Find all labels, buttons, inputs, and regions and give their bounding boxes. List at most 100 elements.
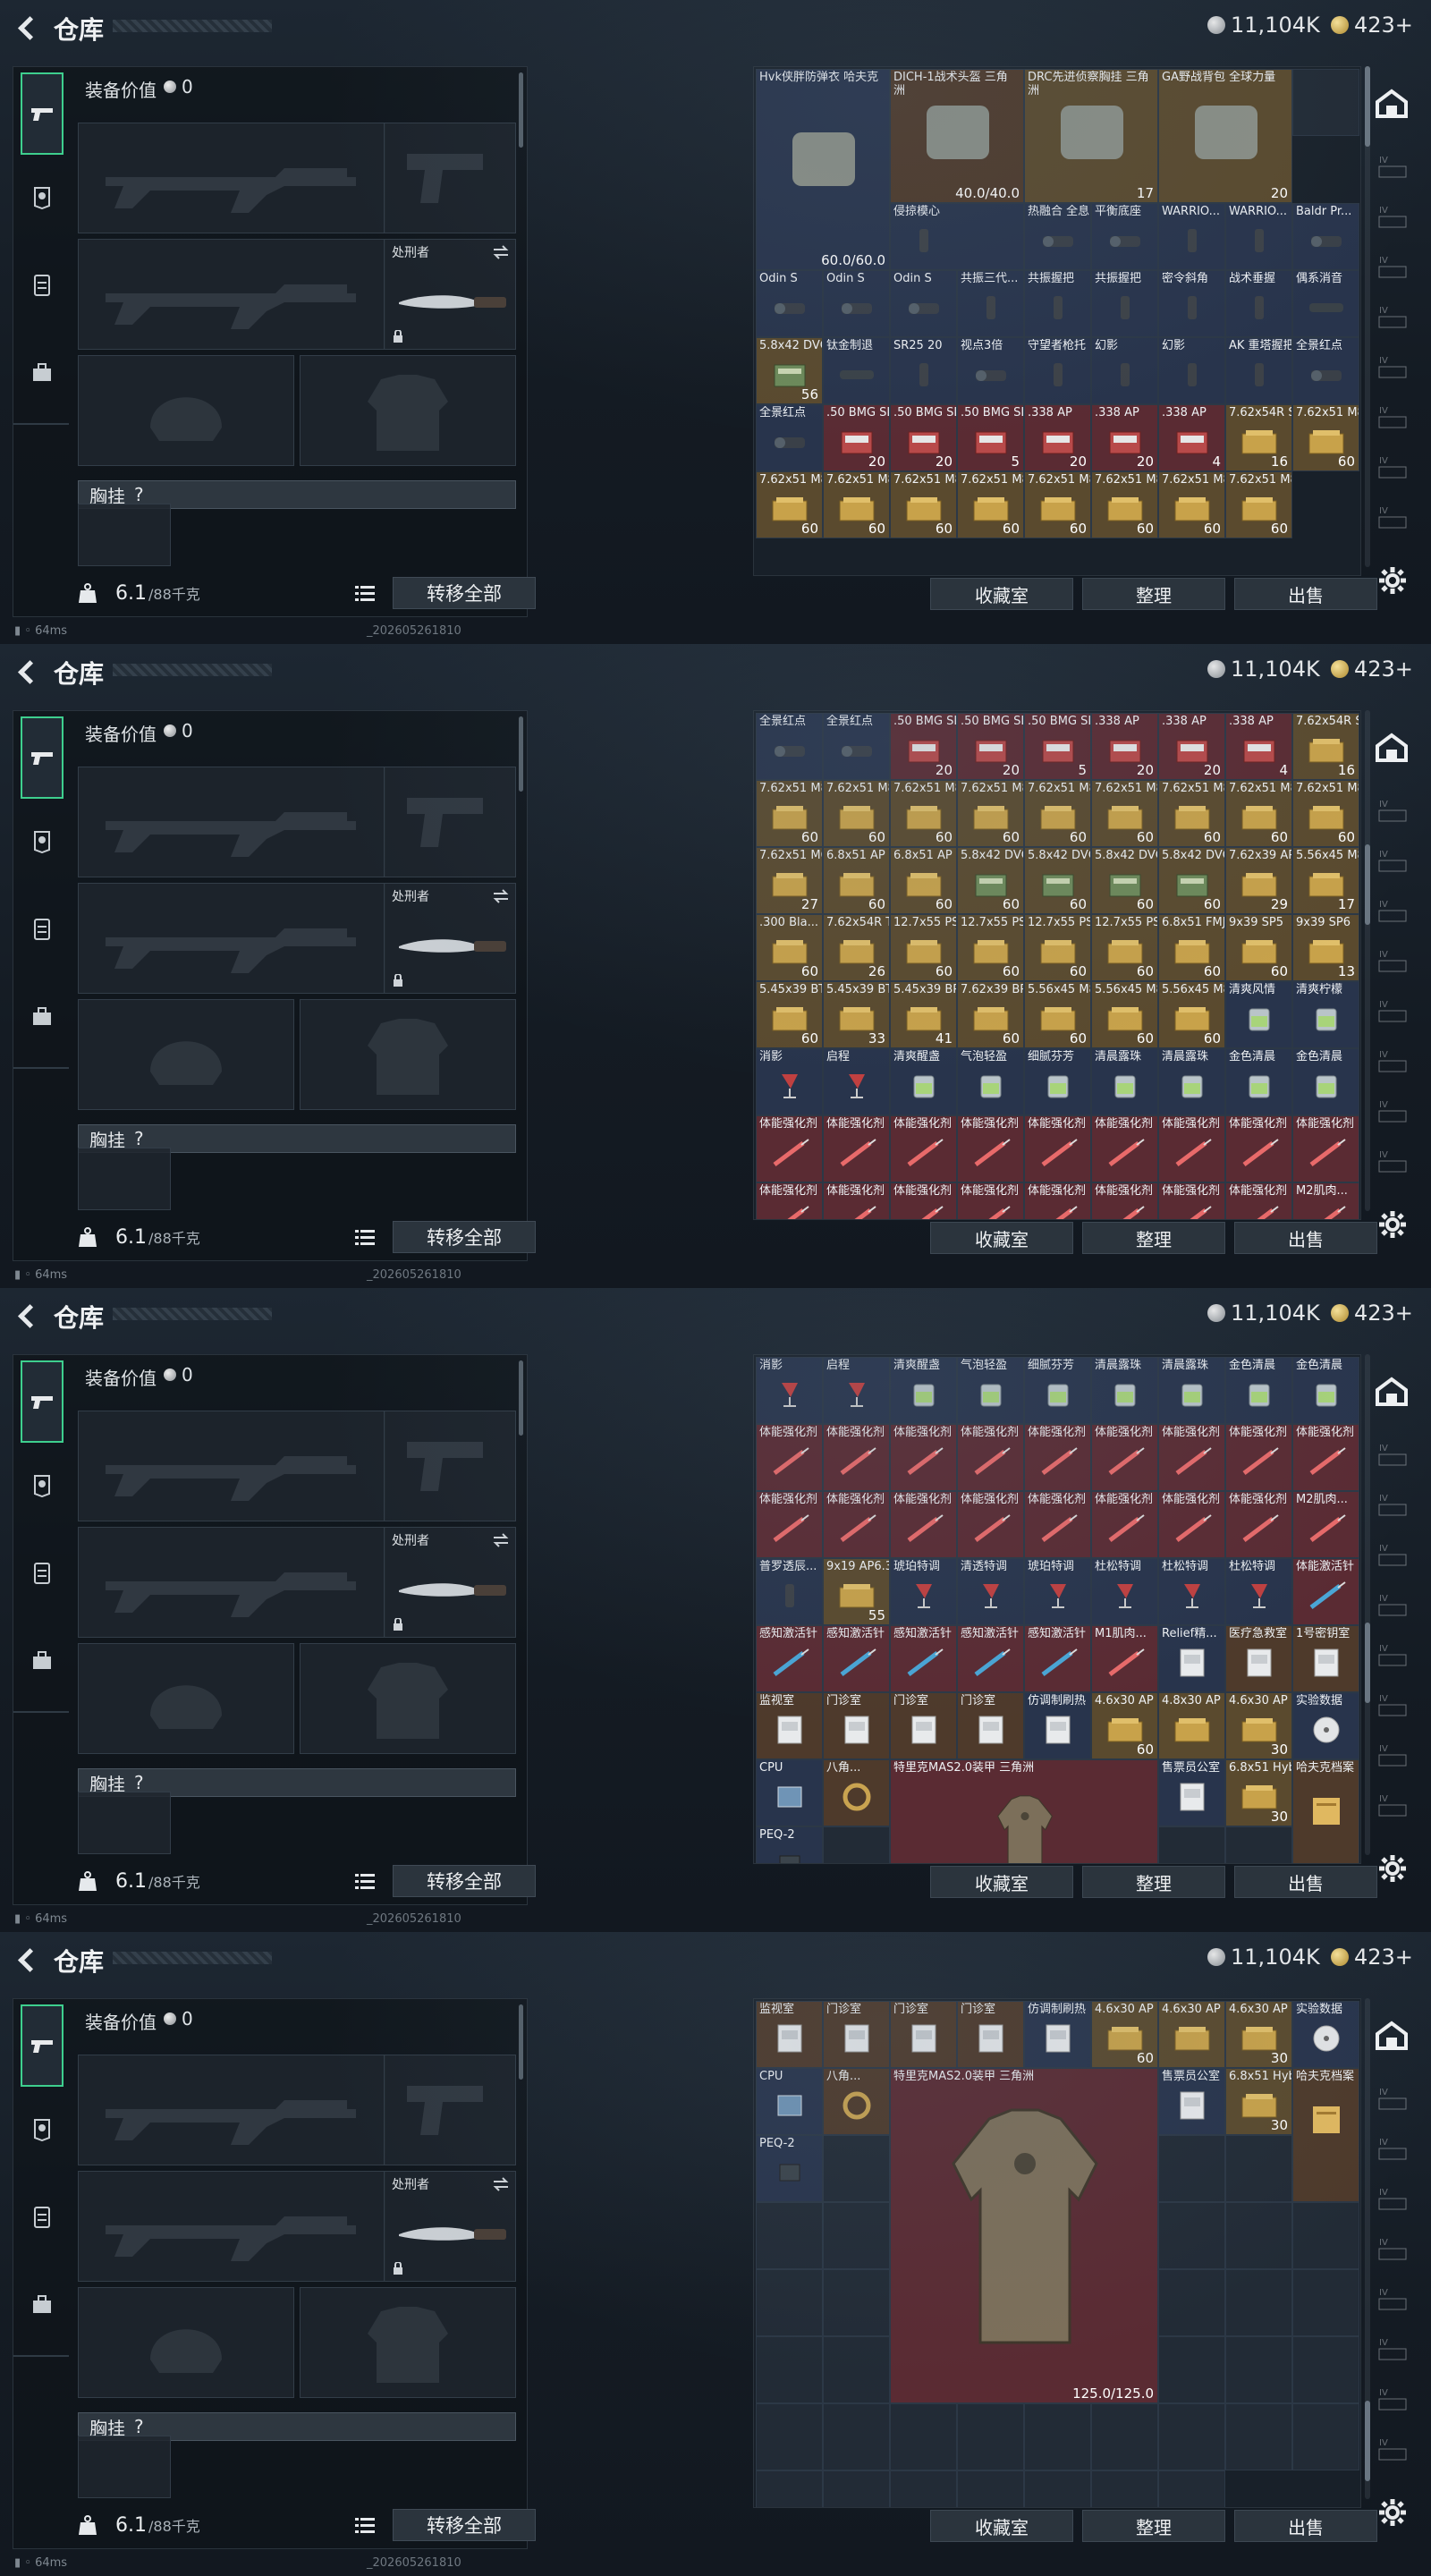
inventory-cell[interactable]: 细腻芬芳 bbox=[1024, 1357, 1091, 1424]
empty-cell[interactable] bbox=[1158, 2269, 1225, 2336]
scroll-thumb[interactable] bbox=[1365, 2401, 1370, 2481]
inventory-cell[interactable]: 幻影 bbox=[1158, 337, 1225, 404]
inventory-cell[interactable]: 6.8x51 Hybrid 30 bbox=[1225, 2068, 1292, 2135]
inventory-cell[interactable]: 消影 bbox=[756, 1048, 823, 1115]
inventory-cell[interactable]: 密令斜角 bbox=[1158, 270, 1225, 337]
storage-tab-icon[interactable]: IV bbox=[1376, 1440, 1411, 1469]
inventory-cell[interactable]: AK 重塔握把 bbox=[1225, 337, 1292, 404]
inventory-cell[interactable]: 体能强化剂 bbox=[1158, 1491, 1225, 1558]
inventory-cell[interactable]: PEQ-2 bbox=[756, 1826, 823, 1863]
inventory-cell[interactable]: 5.8x42 DVC12 60 bbox=[957, 847, 1024, 914]
inventory-cell[interactable]: 实验数据 bbox=[1292, 1692, 1359, 1759]
inventory-cell[interactable]: 体能强化剂 bbox=[1292, 1115, 1359, 1182]
inventory-cell[interactable]: .338 AP 20 bbox=[1091, 404, 1158, 471]
inventory-cell[interactable]: 体能强化剂 bbox=[890, 1424, 957, 1491]
inventory-cell[interactable]: .50 BMG SLAP 5 bbox=[1024, 713, 1091, 780]
storage-tab-icon[interactable]: IV bbox=[1376, 1690, 1411, 1719]
left-scrollbar[interactable] bbox=[519, 72, 523, 148]
inventory-cell[interactable]: 7.62x51 M62 27 bbox=[756, 847, 823, 914]
tab-rig[interactable] bbox=[21, 262, 64, 307]
inventory-cell[interactable]: 6.8x51 AP 60 bbox=[823, 847, 890, 914]
storage-tab-icon[interactable]: IV bbox=[1376, 503, 1411, 531]
inventory-cell[interactable]: 7.62x51 M80 60 bbox=[1024, 780, 1091, 847]
empty-cell[interactable] bbox=[823, 2269, 890, 2336]
inventory-cell[interactable]: 7.62x51 M80 60 bbox=[756, 780, 823, 847]
empty-cell[interactable] bbox=[1292, 2336, 1359, 2403]
inventory-cell[interactable]: 金色清晨 bbox=[1292, 1357, 1359, 1424]
tab-armor[interactable] bbox=[21, 818, 64, 863]
inventory-cell[interactable]: 金色清晨 bbox=[1225, 1357, 1292, 1424]
empty-cell[interactable] bbox=[756, 2403, 823, 2470]
empty-cell[interactable] bbox=[1024, 2403, 1091, 2470]
inventory-cell[interactable]: 体能强化剂 bbox=[1024, 1491, 1091, 1558]
inventory-cell[interactable]: 清晨露珠 bbox=[1158, 1048, 1225, 1115]
inventory-cell[interactable]: .338 AP 4 bbox=[1225, 713, 1292, 780]
inventory-cell[interactable]: Hvk侠胖防弹衣 哈夫克 60.0/60.0 bbox=[756, 69, 890, 270]
empty-cell[interactable] bbox=[1158, 2135, 1225, 2202]
list-icon[interactable] bbox=[355, 1228, 375, 1246]
melee-slot[interactable]: 处刑者 bbox=[384, 2171, 516, 2282]
inventory-cell[interactable]: 门诊室 bbox=[890, 1692, 957, 1759]
inventory-cell[interactable]: 琥珀特调 bbox=[890, 1558, 957, 1625]
inventory-cell[interactable]: GA野战背包 全球力量 20 bbox=[1158, 69, 1292, 203]
settings-gear-icon[interactable] bbox=[1377, 2497, 1408, 2528]
empty-cell[interactable] bbox=[1225, 2336, 1292, 2403]
inventory-cell[interactable]: 6.8x51 FMJ 60 bbox=[1158, 914, 1225, 981]
inventory-cell[interactable]: 体能强化剂 bbox=[890, 1115, 957, 1182]
swap-icon[interactable] bbox=[492, 245, 510, 259]
inventory-cell[interactable]: 细腻芬芳 bbox=[1024, 1048, 1091, 1115]
inventory-cell[interactable]: 7.62x51 M80 60 bbox=[957, 471, 1024, 538]
armor-slot[interactable] bbox=[300, 999, 516, 1110]
inventory-cell[interactable]: 6.8x51 Hybrid 30 bbox=[1225, 1759, 1292, 1826]
settings-gear-icon[interactable] bbox=[1377, 1853, 1408, 1884]
inventory-cell[interactable]: .50 BMG SLAP 5 bbox=[957, 404, 1024, 471]
inventory-cell[interactable]: 感知激活针 bbox=[957, 1625, 1024, 1692]
empty-cell[interactable] bbox=[1158, 1826, 1225, 1863]
inventory-cell[interactable]: 全景红点 bbox=[756, 713, 823, 780]
empty-cell[interactable] bbox=[823, 2135, 890, 2202]
storage-tab-icon[interactable]: IV bbox=[1376, 996, 1411, 1025]
helmet-slot[interactable] bbox=[78, 2287, 294, 2398]
helmet-slot[interactable] bbox=[78, 355, 294, 466]
storage-tab-icon[interactable]: IV bbox=[1376, 1147, 1411, 1175]
inventory-cell[interactable]: 售票员公室 bbox=[1158, 2068, 1225, 2135]
inventory-cell[interactable]: 感知激活针 bbox=[823, 1625, 890, 1692]
inventory-cell[interactable]: 4.6x30 AP 60 bbox=[1091, 2001, 1158, 2068]
tab-weapons[interactable] bbox=[21, 2004, 64, 2087]
inventory-cell[interactable]: 4.8x30 AP bbox=[1158, 1692, 1225, 1759]
pistol-slot[interactable] bbox=[384, 767, 516, 877]
storage-tab-icon[interactable]: IV bbox=[1376, 946, 1411, 975]
melee-slot[interactable]: 处刑者 bbox=[384, 239, 516, 350]
inventory-cell[interactable]: 杜松特调 bbox=[1091, 1558, 1158, 1625]
empty-cell[interactable] bbox=[1225, 2202, 1292, 2269]
inventory-cell[interactable]: 共振握把 bbox=[1024, 270, 1091, 337]
inventory-cell[interactable]: 感知激活针 bbox=[756, 1625, 823, 1692]
armor-slot[interactable] bbox=[300, 1643, 516, 1754]
inventory-cell[interactable]: 特里克MAS2.0装甲 三角洲 bbox=[890, 1759, 1158, 1863]
inventory-cell[interactable]: 体能强化剂 bbox=[823, 1182, 890, 1219]
inventory-cell[interactable]: 体能强化剂 bbox=[1091, 1115, 1158, 1182]
empty-cell[interactable] bbox=[823, 1826, 890, 1863]
empty-cell[interactable] bbox=[756, 2269, 823, 2336]
storage-tab-icon[interactable]: IV bbox=[1376, 302, 1411, 331]
inventory-cell[interactable]: 1号密钥室 bbox=[1292, 1625, 1359, 1692]
inventory-cell[interactable]: 体能强化剂 bbox=[1024, 1424, 1091, 1491]
inventory-cell[interactable]: 5.45x39 BP 41 bbox=[890, 981, 957, 1048]
inventory-cell[interactable]: 7.62x54R T-46M 26 bbox=[823, 914, 890, 981]
inventory-cell[interactable]: 5.56x45 M855 60 bbox=[1024, 981, 1091, 1048]
favorites-button[interactable]: 收藏室 bbox=[930, 2510, 1073, 2542]
inventory-cell[interactable]: 热融合 全息 bbox=[1024, 203, 1091, 270]
inventory-cell[interactable]: 清晨露珠 bbox=[1091, 1048, 1158, 1115]
inventory-cell[interactable]: 4.6x30 AP 30 bbox=[1225, 2001, 1292, 2068]
inventory-cell[interactable]: 7.62x51 M80 60 bbox=[823, 471, 890, 538]
tab-backpack[interactable] bbox=[21, 350, 64, 394]
inventory-cell[interactable]: 5.56x45 M855 17 bbox=[1292, 847, 1359, 914]
gold-currency[interactable]: 423+ bbox=[1331, 1945, 1413, 1970]
storage-tab-icon[interactable]: IV bbox=[1376, 252, 1411, 281]
inventory-cell[interactable]: DRC先进侦察胸挂 三角洲 17 bbox=[1024, 69, 1158, 203]
pistol-slot[interactable] bbox=[384, 1411, 516, 1521]
inventory-cell[interactable]: 5.8x42 DVC12 60 bbox=[1091, 847, 1158, 914]
storage-tab-icon[interactable]: IV bbox=[1376, 2234, 1411, 2263]
list-icon[interactable] bbox=[355, 1872, 375, 1890]
secondary-weapon-slot[interactable] bbox=[78, 1527, 385, 1638]
